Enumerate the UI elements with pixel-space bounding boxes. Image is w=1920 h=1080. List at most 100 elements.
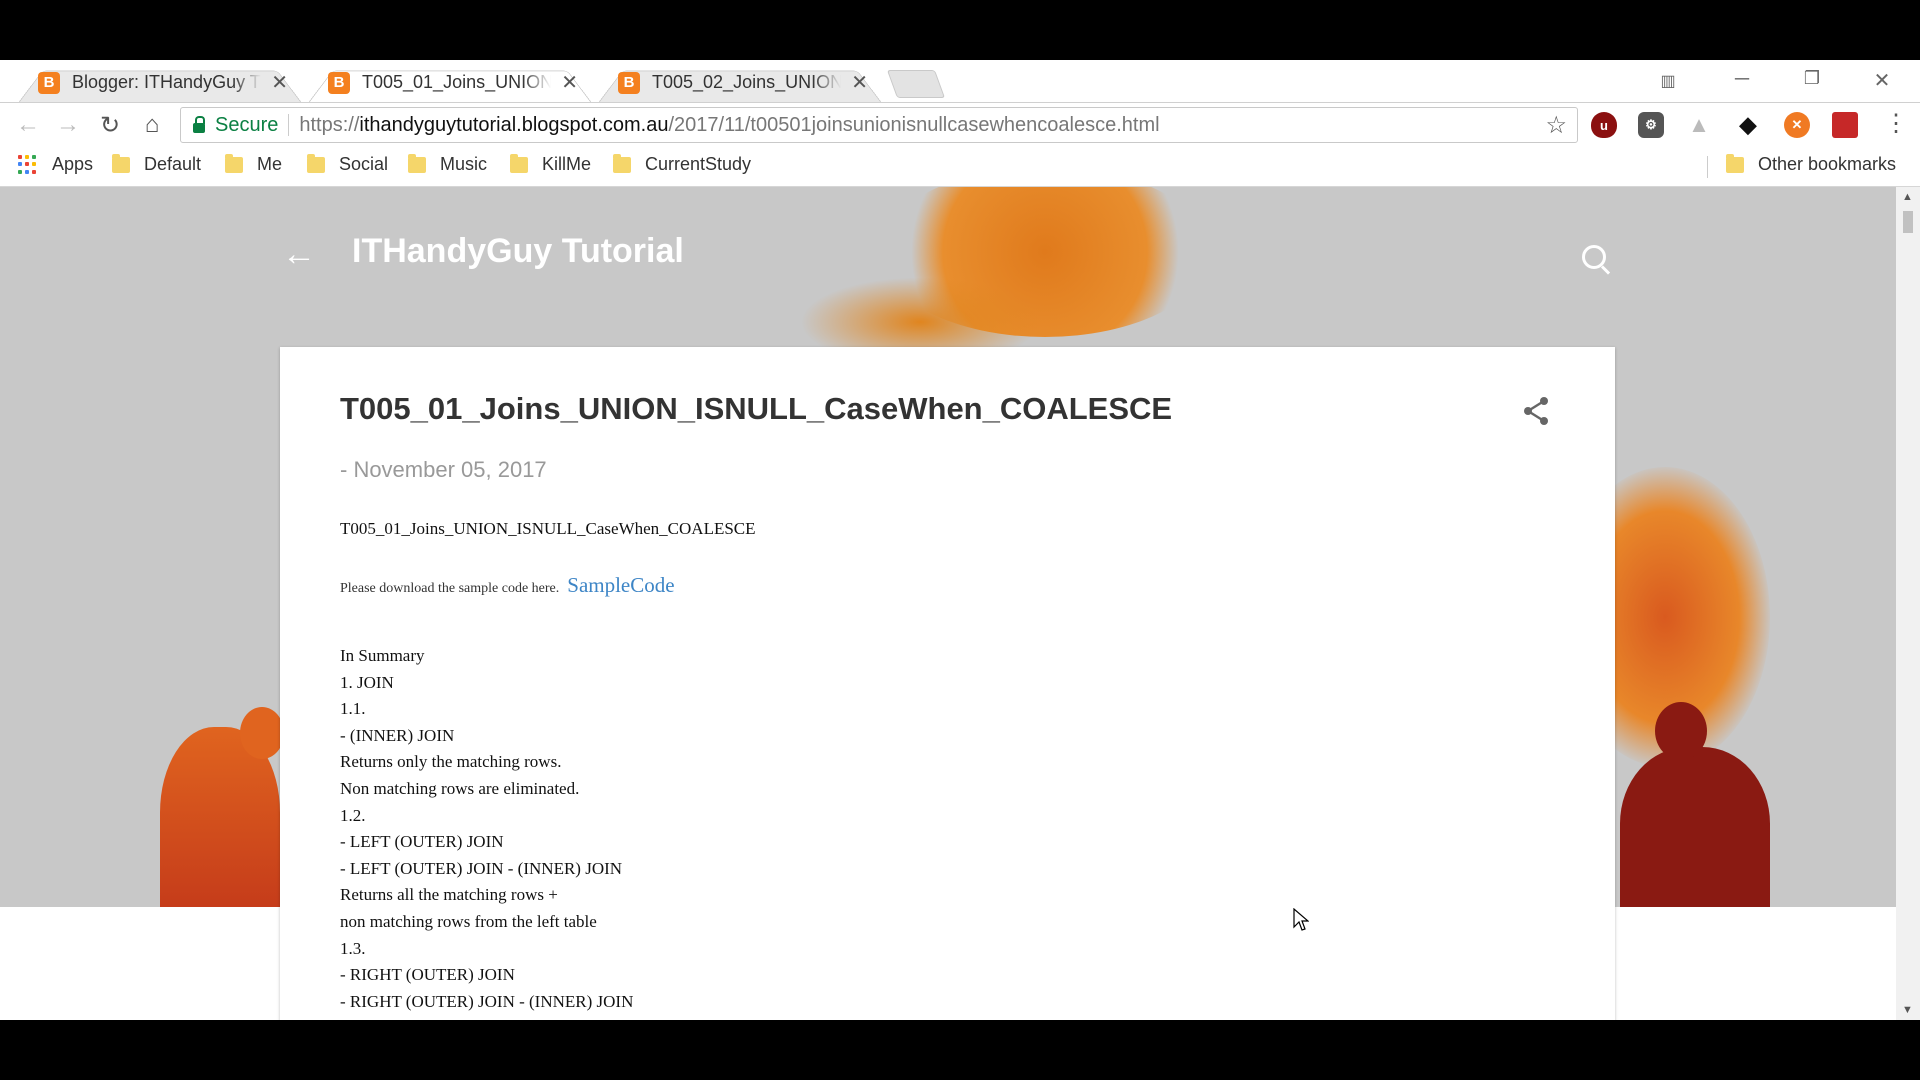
tab-strip: B Blogger: ITHandyGuy Tutorial ✕ B T005_…	[0, 60, 1920, 103]
bookmark-star-icon[interactable]: ☆	[1545, 111, 1567, 140]
web-page: ← ITHandyGuy Tutorial T005_01_Joins_UNIO…	[0, 187, 1896, 1020]
url-path: /2017/11/t00501joinsunionisnullcasewhenc…	[668, 113, 1160, 136]
minimize-button[interactable]: ─	[1722, 68, 1762, 91]
extension-puzzle-icon[interactable]: ⚙	[1638, 112, 1664, 138]
divider	[288, 114, 290, 136]
bookmark-killme[interactable]: KillMe	[510, 153, 592, 175]
address-bar[interactable]: Secure https://ithandyguytutorial.blogsp…	[180, 107, 1578, 143]
post-card: T005_01_Joins_UNION_ISNULL_CaseWhen_COAL…	[280, 347, 1615, 1020]
mouse-cursor-icon	[1293, 908, 1309, 931]
folder-icon	[510, 153, 528, 173]
share-icon[interactable]	[1520, 395, 1552, 427]
url-domain: ithandyguytutorial.blogspot.com.au	[359, 113, 669, 136]
blogger-icon: B	[38, 71, 60, 94]
site-title[interactable]: ITHandyGuy Tutorial	[352, 232, 684, 271]
folder-icon	[112, 153, 130, 173]
folder-icon	[225, 153, 243, 173]
tab-t005-02[interactable]: B T005_02_Joins_UNION_ISNULL_CaseWhen_CO…	[598, 63, 882, 103]
tab-title: T005_02_Joins_UNION_ISNULL_CaseWhen_COAL…	[652, 72, 842, 92]
apps-grid-icon	[18, 154, 38, 175]
bookmark-label: Apps	[52, 154, 94, 174]
search-icon[interactable]	[1582, 245, 1606, 269]
forward-button[interactable]: →	[52, 111, 84, 139]
scrollbar[interactable]: ▲ ▼	[1896, 187, 1920, 1020]
post-body-line: - LEFT (OUTER) JOIN - (INNER) JOIN	[340, 858, 623, 878]
scroll-down-arrow-icon[interactable]: ▼	[1902, 1004, 1913, 1016]
post-body-line: Returns all the matching rows +	[340, 885, 558, 905]
extension-red-icon[interactable]	[1832, 112, 1858, 138]
url-scheme: https://	[299, 113, 360, 136]
back-arrow-icon[interactable]: ←	[282, 235, 316, 274]
post-date[interactable]: - November 05, 2017	[340, 457, 547, 483]
bookmark-other[interactable]: Other bookmarks	[1726, 153, 1896, 175]
blogger-icon: B	[618, 71, 640, 94]
profile-icon[interactable]: ▥	[1648, 71, 1688, 91]
runner-silhouette	[1620, 747, 1770, 907]
post-body-line: - RIGHT (OUTER) JOIN - (INNER) JOIN	[340, 991, 634, 1011]
scroll-up-arrow-icon[interactable]: ▲	[1902, 191, 1913, 203]
url-text[interactable]: https://ithandyguytutorial.blogspot.com.…	[299, 114, 1159, 137]
menu-icon[interactable]: ⋮	[1884, 109, 1908, 138]
back-button[interactable]: ←	[12, 111, 44, 139]
folder-icon	[613, 153, 631, 173]
tab-t005-01[interactable]: B T005_01_Joins_UNION_ISNULL_CaseWhen_CO…	[308, 63, 592, 103]
extension-orange-icon[interactable]: ✕	[1784, 112, 1810, 138]
post-body-line: - LEFT (OUTER) JOIN	[340, 832, 504, 852]
bookmark-label: Social	[339, 154, 389, 174]
bookmark-default[interactable]: Default	[112, 153, 202, 175]
runner-head	[1655, 702, 1707, 760]
post-body-line: - RIGHT (OUTER) JOIN	[340, 965, 515, 985]
bookmark-apps[interactable]: Apps	[18, 154, 93, 175]
divider	[1707, 156, 1708, 178]
extension-dark-icon[interactable]: ◆	[1735, 112, 1761, 138]
blogger-icon: B	[328, 71, 350, 94]
scroll-thumb[interactable]	[1903, 211, 1913, 233]
bookmark-label: Default	[144, 154, 202, 174]
post-body-line: 1.2.	[340, 805, 366, 825]
folder-icon	[408, 153, 426, 173]
secure-label: Secure	[215, 113, 279, 136]
post-body-line: Non matching rows are eliminated.	[340, 778, 580, 798]
post-body-line: Returns only the matching rows.	[340, 752, 562, 772]
reload-button[interactable]: ↻	[94, 111, 126, 140]
new-tab-button[interactable]	[886, 70, 946, 98]
post-body-line: In Summary	[340, 646, 425, 665]
tab-title: Blogger: ITHandyGuy Tutorial	[72, 72, 261, 92]
bookmark-label: KillMe	[542, 154, 592, 174]
download-line: Please download the sample code here. Sa…	[340, 573, 675, 598]
restore-button[interactable]: ❐	[1792, 68, 1832, 89]
drive-icon[interactable]: ▲	[1686, 112, 1712, 138]
bookmark-social[interactable]: Social	[307, 153, 389, 175]
post-body: In Summary 1. JOIN 1.1. - (INNER) JOIN Retur…	[340, 643, 633, 1015]
close-window-button[interactable]: ✕	[1862, 68, 1902, 93]
post-body-line: 1.3.	[340, 938, 366, 958]
post-body-line: - (INNER) JOIN	[340, 725, 455, 745]
download-text: Please download the sample code here.	[340, 581, 560, 596]
close-icon[interactable]: ✕	[851, 70, 868, 95]
post-body-line: non matching rows from the left table	[340, 911, 597, 931]
close-icon[interactable]: ✕	[561, 70, 578, 95]
bookmark-me[interactable]: Me	[225, 153, 283, 175]
post-body-line: 1.1.	[340, 699, 366, 719]
folder-icon	[1726, 153, 1744, 173]
browser-toolbar: ← → ↻ ⌂ Secure https://ithandyguytutoria…	[0, 102, 1920, 149]
sample-code-link[interactable]: SampleCode	[567, 573, 674, 598]
home-button[interactable]: ⌂	[136, 111, 168, 139]
tab-title: T005_01_Joins_UNION_ISNULL_CaseWhen_COAL…	[362, 72, 552, 92]
bookmark-label: Me	[257, 154, 283, 174]
runner-head	[240, 707, 284, 759]
browser-window: B Blogger: ITHandyGuy Tutorial ✕ B T005_…	[0, 60, 1920, 1020]
tab-blogger[interactable]: B Blogger: ITHandyGuy Tutorial ✕	[18, 63, 302, 103]
bookmarks-bar: Apps Default Me Social Music KillMe Curr…	[0, 148, 1920, 187]
bookmark-music[interactable]: Music	[408, 153, 488, 175]
bookmark-label: Music	[440, 154, 488, 174]
folder-icon	[307, 153, 325, 173]
bookmark-currentstudy[interactable]: CurrentStudy	[613, 153, 752, 175]
post-title: T005_01_Joins_UNION_ISNULL_CaseWhen_COAL…	[340, 391, 1173, 426]
ublock-icon[interactable]: u	[1591, 112, 1617, 138]
lock-icon	[193, 116, 205, 133]
bookmark-label: CurrentStudy	[645, 154, 752, 174]
close-icon[interactable]: ✕	[271, 70, 288, 95]
post-subtitle: T005_01_Joins_UNION_ISNULL_CaseWhen_COAL…	[340, 519, 756, 538]
post-body-line: 1. JOIN	[340, 672, 394, 692]
